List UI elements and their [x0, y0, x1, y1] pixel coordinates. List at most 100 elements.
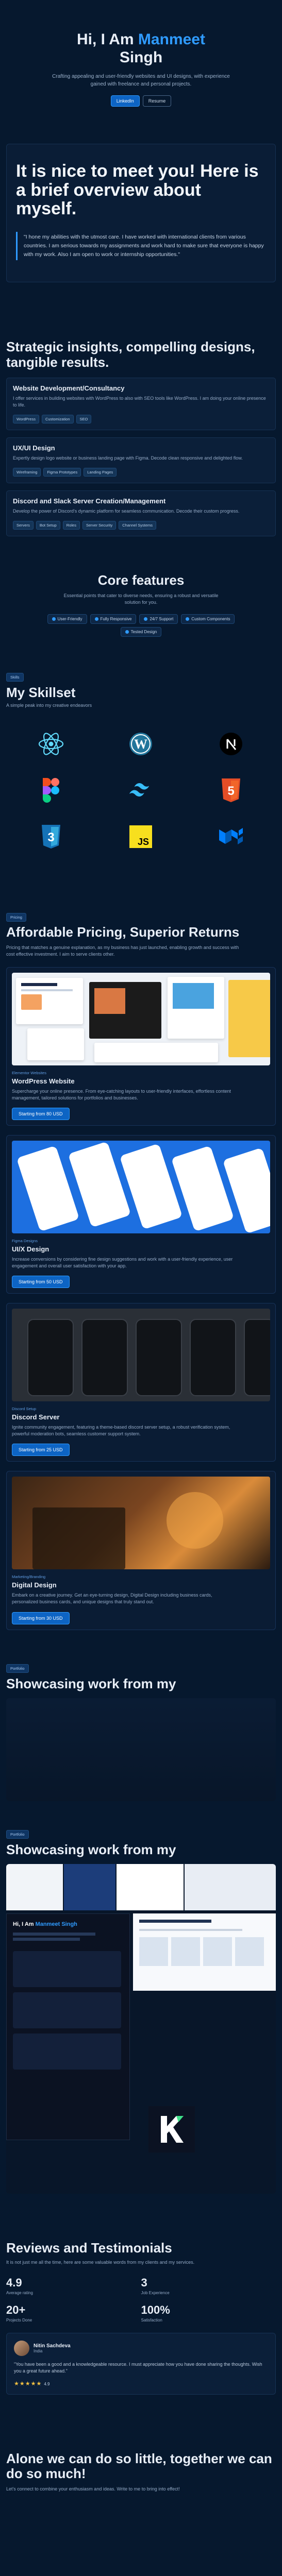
service-title: Discord and Slack Server Creation/Manage… — [13, 497, 166, 505]
feature-pill: 24/7 Support — [139, 614, 178, 624]
reviews-sub: It is not just me all the time, here are… — [6, 2259, 195, 2265]
portfolio-badge: Portfolio — [6, 1664, 29, 1673]
tailwind-icon — [127, 777, 154, 804]
service-title: UX/UI Design — [13, 444, 55, 452]
service-tag: Wireframing — [13, 468, 41, 477]
stat-value: 100% — [141, 2303, 170, 2316]
hero-title: Hi, I Am Manmeet Singh — [14, 31, 268, 66]
portfolio-thumb[interactable] — [64, 1863, 115, 1910]
check-icon — [125, 630, 129, 634]
wordpress-icon: W — [127, 731, 154, 757]
feature-pills: User-Friendly Fully Responsive 24/7 Supp… — [33, 614, 250, 637]
plan-cta-button[interactable]: Starting from 50 USD — [12, 1276, 70, 1289]
feature-pill: Tested Design — [120, 627, 162, 637]
stat-item: 20+ Projects Done — [6, 2303, 141, 2323]
check-icon — [186, 617, 190, 621]
hero-buttons: LinkedIn Resume — [14, 95, 268, 107]
service-card: Website Development/Consultancy I offer … — [6, 377, 276, 430]
plan-label: Elementor Websites — [12, 1071, 46, 1076]
plan-text: Embark on a creative journey. Get an eye… — [12, 1592, 212, 1605]
page: Hi, I Am Manmeet Singh Crafting appealin… — [0, 0, 282, 2513]
feature-label: Custom Components — [191, 617, 230, 622]
service-tag: Bot Setup — [36, 521, 60, 530]
rating-value: 4.9 — [44, 2381, 50, 2386]
pricing-card: Elementor Websites WordPress Website Sup… — [6, 967, 276, 1126]
service-tags: Servers Bot Setup Roles Server Security … — [13, 521, 269, 530]
reviewer-location: India — [34, 2348, 43, 2353]
stat-label: Job Experience — [141, 2290, 170, 2295]
plan-title: Digital Design — [12, 1581, 57, 1589]
star-icon: ★★★★★ — [14, 2380, 42, 2387]
service-tag: Roles — [62, 521, 80, 530]
plan-text: Ignite community engagement, featuring a… — [12, 1425, 230, 1437]
hero-greeting: Hi, I Am — [77, 31, 138, 48]
portfolio-mockup[interactable] — [133, 1913, 276, 1991]
pricing-badge: Pricing — [6, 913, 26, 922]
reviews-section: Reviews and Testimonials It is not just … — [0, 2204, 282, 2415]
svg-text:3: 3 — [47, 831, 54, 844]
showcase-carousel[interactable] — [6, 1698, 276, 1801]
plan-label: Figma Designs — [12, 1239, 38, 1244]
intro-title: It is nice to meet you! Here is a brief … — [16, 161, 259, 219]
intro-card: It is nice to meet you! Here is a brief … — [6, 144, 276, 282]
reviewer: Nitin Sachdeva India — [14, 2340, 268, 2356]
pricing-title: Affordable Pricing, Superior Returns — [6, 924, 240, 940]
plan-text: Supercharge your online presence. From e… — [12, 1089, 231, 1101]
plan-title: Discord Server — [12, 1413, 60, 1421]
hero-name-line2: Singh — [119, 48, 163, 66]
plan-cta-button[interactable]: Starting from 30 USD — [12, 1612, 70, 1624]
showcase-title: Showcasing work from my — [6, 1675, 176, 1691]
portfolio-thumb[interactable] — [6, 1863, 63, 1910]
react-icon — [38, 731, 64, 757]
stat-label: Satisfaction — [141, 2317, 162, 2323]
service-tag: WordPress — [13, 414, 39, 423]
services-section: Strategic insights, compelling designs, … — [0, 303, 282, 552]
service-tag: Customization — [41, 414, 74, 423]
portfolio-thumb[interactable] — [117, 1863, 184, 1910]
check-icon — [144, 617, 148, 621]
ui-mockup-image — [12, 1141, 270, 1234]
skillset-title: My Skillset — [6, 685, 76, 701]
rating-stars: ★★★★★ 4.9 — [14, 2380, 268, 2387]
stat-item: 3 Job Experience — [141, 2276, 276, 2295]
portfolio-thumb[interactable] — [185, 1863, 276, 1910]
plan-text: Increase conversions by considering fine… — [12, 1257, 233, 1269]
portfolio-logo-tile[interactable] — [148, 2106, 195, 2153]
svg-text:W: W — [134, 737, 147, 752]
skillset-sub: A simple peak into my creative endeavors — [6, 703, 92, 708]
wordpress-mockup-image — [12, 973, 270, 1066]
stat-value: 4.9 — [6, 2276, 22, 2289]
stats-grid: 4.9 Average rating 3 Job Experience 20+ Pro… — [6, 2276, 276, 2323]
plan-cta-button[interactable]: Starting from 25 USD — [12, 1444, 70, 1456]
core-title: Core features — [97, 572, 185, 588]
feature-pill: Fully Responsive — [90, 614, 137, 624]
plan-cta-button[interactable]: Starting from 80 USD — [12, 1108, 70, 1121]
reviewer-name: Nitin Sachdeva — [34, 2343, 71, 2349]
showcase-title: Showcasing work from my — [6, 1841, 176, 1857]
feature-label: 24/7 Support — [150, 617, 174, 622]
feature-label: Tested Design — [130, 630, 157, 635]
core-text: Essential points that cater to diverse n… — [63, 593, 219, 605]
pricing-card: Marketing/Branding Digital Design Embark… — [6, 1471, 276, 1630]
portfolio-mockup[interactable]: Hi, I Am Manmeet Singh — [6, 1913, 130, 2140]
service-text: I offer services in building websites wi… — [13, 395, 266, 408]
mock-title: Hi, I Am Manmeet Singh — [13, 1921, 77, 1927]
plan-label: Marketing/Branding — [12, 1574, 46, 1580]
linkedin-button[interactable]: LinkedIn — [110, 95, 140, 107]
service-tag: Servers — [13, 521, 34, 530]
pricing-sub: Pricing that matches a genuine explanati… — [6, 945, 239, 957]
brand-logo-icon — [161, 2115, 184, 2143]
hero-name-accent: Manmeet — [138, 31, 205, 48]
css3-icon: 3 — [38, 823, 64, 850]
resume-button[interactable]: Resume — [142, 95, 172, 107]
showcase-section-2: Portfolio Showcasing work from my Hi, I … — [0, 1811, 282, 2204]
showcase-gallery[interactable]: Hi, I Am Manmeet Singh — [6, 1863, 276, 2194]
service-tag: Server Security — [82, 521, 117, 530]
stat-label: Projects Done — [6, 2317, 32, 2323]
html5-icon: 5 — [218, 777, 244, 804]
check-icon — [94, 617, 98, 621]
showcase-section-1: Portfolio Showcasing work from my — [0, 1646, 282, 1811]
intro-quote: "I hone my abilities with the utmost car… — [16, 232, 266, 260]
stat-value: 3 — [141, 2276, 147, 2289]
skill-grid: W 5 3 JS — [6, 731, 276, 850]
